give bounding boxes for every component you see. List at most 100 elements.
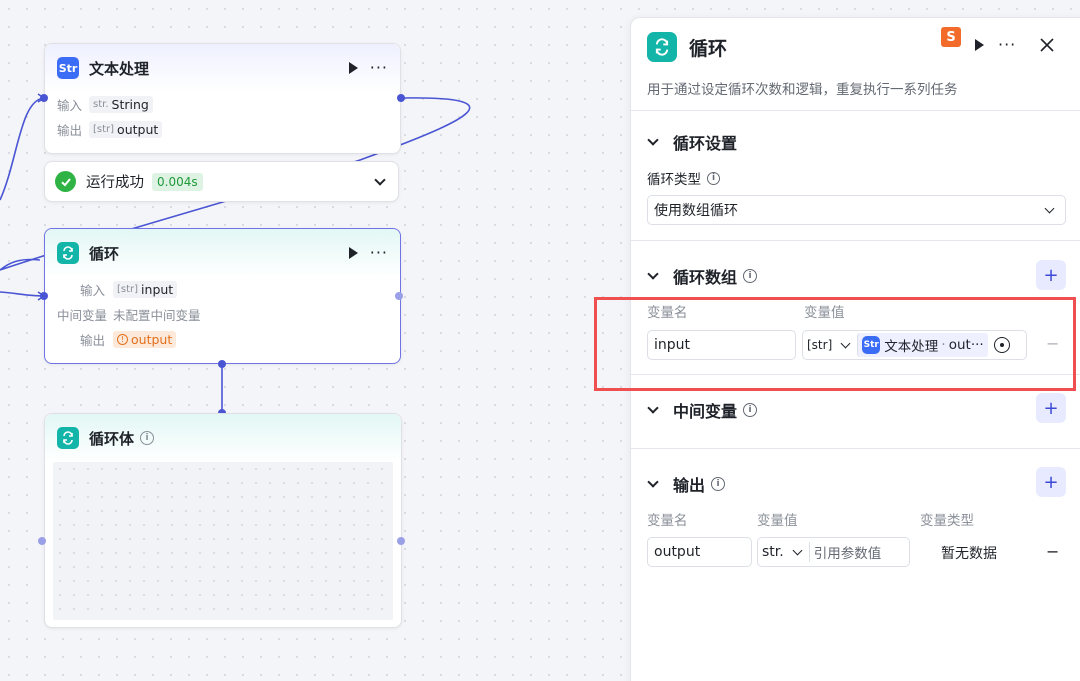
panel-title: 循环 — [689, 37, 728, 60]
chevron-down-icon[interactable] — [792, 545, 803, 555]
add-loop-array-button[interactable]: + — [1036, 260, 1066, 290]
add-output-button[interactable]: + — [1036, 467, 1066, 497]
chevron-down-icon[interactable] — [647, 134, 659, 146]
more-icon[interactable]: ··· — [998, 37, 1016, 53]
run-status-bar[interactable]: 运行成功 0.004s — [44, 161, 399, 202]
loop-bottom-port[interactable] — [218, 360, 226, 368]
info-icon[interactable]: i — [743, 269, 758, 283]
panel-controls: S ··· — [941, 22, 1054, 53]
output-var-name-input[interactable]: output — [647, 537, 752, 567]
output-name-header: 变量名 — [647, 513, 688, 529]
type-tag: [str] — [117, 284, 139, 295]
loop-body-title: 循环体 — [89, 429, 135, 448]
output-warning-chip: ! output — [113, 331, 177, 348]
text-process-title: 文本处理 — [89, 59, 150, 78]
output-type-header: 变量类型 — [920, 513, 974, 529]
loop-in-port[interactable] — [40, 292, 48, 300]
section-title: 中间变量 — [673, 402, 738, 421]
output-value: output — [117, 122, 159, 137]
run-node-icon[interactable] — [348, 62, 358, 74]
extension-icon[interactable]: S — [941, 27, 961, 47]
loop-mid-row: 中间变量 未配置中间变量 — [45, 302, 400, 327]
loop-body-right-port[interactable] — [397, 537, 405, 545]
output-section[interactable]: 输出 i — [647, 472, 726, 496]
text-node-out-port[interactable] — [397, 94, 405, 102]
loop-type-select[interactable]: 使用数组循环 — [647, 195, 1066, 225]
input-chip: [str] input — [113, 281, 178, 298]
more-icon[interactable]: ··· — [370, 60, 388, 76]
text-process-node[interactable]: Str 文本处理 ··· 输入 str. String 输出 [str] outpu… — [44, 43, 401, 154]
info-icon[interactable]: i — [707, 171, 720, 185]
info-icon[interactable]: i — [140, 431, 155, 445]
chevron-down-icon[interactable] — [647, 476, 659, 488]
input-label: 输入 — [57, 98, 83, 113]
loop-type-label: 循环类型 i — [647, 168, 720, 188]
run-node-icon[interactable] — [348, 247, 358, 259]
loop-array-section[interactable]: 循环数组 i — [647, 264, 758, 288]
type-select[interactable]: str. — [762, 544, 784, 560]
divider — [631, 448, 1080, 449]
loop-icon — [647, 32, 677, 62]
add-intermediate-button[interactable]: + — [1036, 393, 1066, 423]
chevron-down-icon — [1044, 203, 1055, 213]
loop-node-header: 循环 ··· — [45, 229, 400, 277]
text-node-in-port[interactable] — [40, 94, 48, 102]
output-label: 输出 — [57, 123, 83, 138]
output-type-value: 暂无数据 — [941, 546, 997, 562]
edge-left-in-loop-2 — [0, 291, 45, 297]
output-value: output — [131, 332, 173, 347]
panel-description: 用于通过设定循环次数和逻辑，重复执行一系列任务 — [647, 82, 958, 98]
divider — [631, 240, 1080, 241]
close-icon[interactable] — [1040, 38, 1054, 52]
loop-out-port[interactable] — [395, 292, 403, 300]
edge-left-in-top — [0, 97, 45, 201]
section-title: 循环设置 — [673, 134, 738, 153]
run-panel-icon[interactable] — [975, 39, 984, 51]
text-process-input-row: 输入 str. String — [45, 92, 400, 117]
chevron-down-icon[interactable] — [374, 173, 386, 186]
input-label: 输入 — [79, 283, 105, 298]
loop-body-node[interactable]: 循环体 i — [44, 413, 402, 628]
more-icon[interactable]: ··· — [370, 245, 388, 261]
remove-output-row-button[interactable]: − — [1046, 542, 1059, 561]
info-icon[interactable]: i — [711, 477, 726, 491]
output-var-value-field[interactable]: str. 引用参数值 — [757, 537, 910, 567]
loop-type-value: 使用数组循环 — [654, 203, 738, 219]
loop-settings-section[interactable]: 循环设置 — [647, 130, 738, 154]
type-tag: [str] — [93, 124, 115, 135]
loop-body-canvas[interactable] — [53, 462, 393, 620]
output-label: 输出 — [79, 333, 105, 348]
loop-body-header: 循环体 i — [45, 414, 401, 462]
mid-label: 中间变量 — [57, 308, 108, 323]
input-value: input — [141, 282, 174, 297]
loop-icon — [57, 427, 79, 449]
text-process-icon: Str — [57, 57, 79, 79]
loop-body-left-port[interactable] — [38, 537, 46, 545]
input-chip: str. String — [89, 96, 153, 113]
mid-value: 未配置中间变量 — [113, 308, 201, 323]
ref-placeholder[interactable]: 引用参数值 — [808, 542, 881, 562]
chevron-down-icon[interactable] — [647, 402, 659, 414]
highlight-box — [594, 297, 1076, 391]
output-var-name: output — [654, 544, 701, 560]
loop-node[interactable]: 循环 ··· 输入 [str] input 中间变量 未配置中间变量 输出 ! ou… — [44, 228, 401, 364]
info-icon[interactable]: i — [743, 403, 758, 417]
divider — [631, 110, 1080, 111]
output-chip: [str] output — [89, 121, 163, 138]
output-value-header: 变量值 — [757, 513, 798, 529]
run-status-text: 运行成功 — [86, 175, 144, 191]
section-title: 循环数组 — [673, 268, 738, 287]
text-process-output-row: 输出 [str] output — [45, 117, 400, 142]
loop-output-row: 输出 ! output — [45, 327, 400, 352]
loop-type-label-text: 循环类型 — [647, 172, 701, 188]
success-icon — [55, 171, 76, 192]
intermediate-section[interactable]: 中间变量 i — [647, 398, 758, 422]
section-title: 输出 — [673, 476, 706, 495]
run-duration-badge: 0.004s — [152, 172, 203, 191]
type-tag: str. — [93, 99, 109, 110]
chevron-down-icon[interactable] — [647, 268, 659, 280]
panel-header: 循环 — [647, 32, 727, 62]
loop-node-title: 循环 — [89, 244, 120, 263]
input-value: String — [111, 97, 149, 112]
loop-input-row: 输入 [str] input — [45, 277, 400, 302]
